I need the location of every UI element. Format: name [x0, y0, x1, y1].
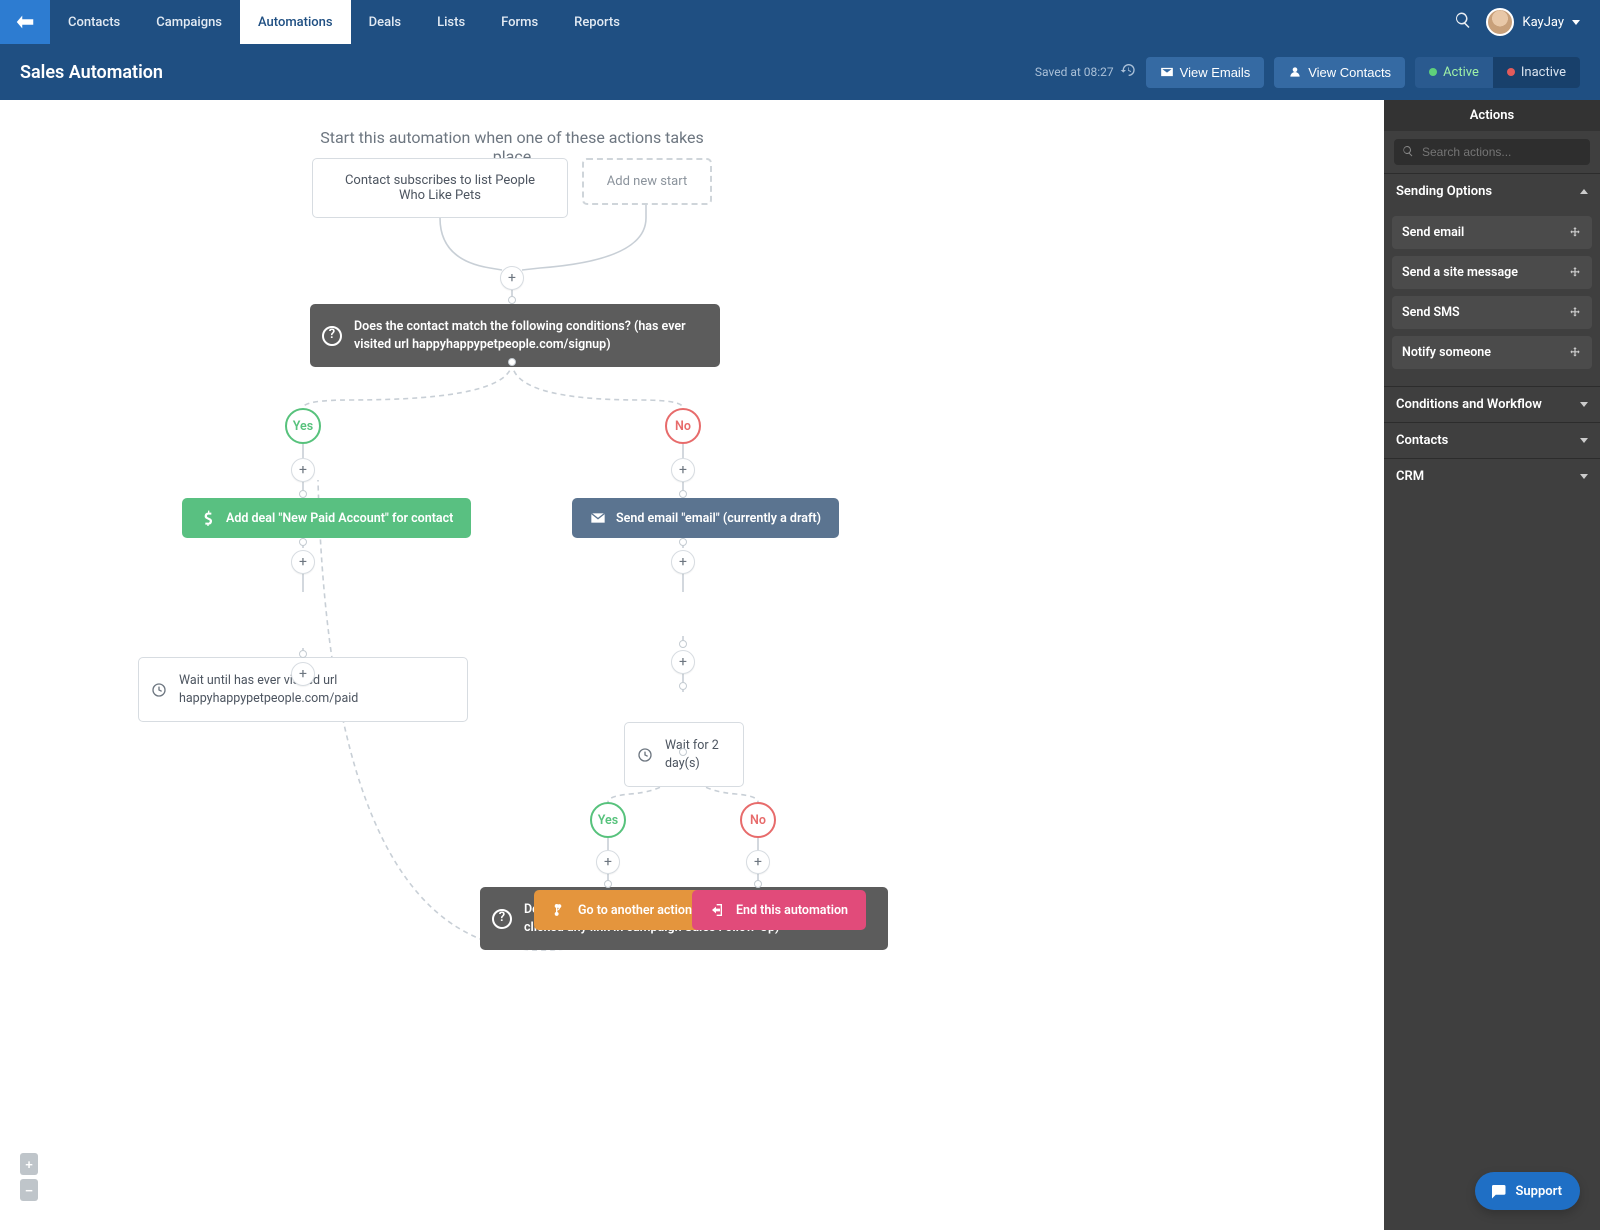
support-button[interactable]: Support	[1475, 1172, 1580, 1210]
avatar	[1486, 8, 1514, 36]
actions-sidebar: Actions Sending Options Send email Send …	[1384, 100, 1600, 1230]
user-name: KayJay	[1522, 15, 1564, 30]
branch-no: No	[665, 408, 701, 444]
clock-icon	[637, 747, 653, 763]
mail-icon	[590, 510, 606, 526]
status-toggle: Active Inactive	[1415, 57, 1580, 88]
view-contacts-button[interactable]: View Contacts	[1274, 57, 1405, 88]
action-notify[interactable]: Notify someone	[1392, 336, 1592, 369]
automation-canvas[interactable]: .l{fill:none;stroke:#c8cfd6;stroke-width…	[0, 100, 1384, 1230]
chat-icon	[1489, 1182, 1507, 1200]
trigger-node[interactable]: Contact subscribes to list People Who Li…	[312, 158, 568, 218]
dollar-icon	[200, 510, 216, 526]
add-step-button[interactable]: +	[746, 850, 770, 874]
page-title: Sales Automation	[20, 62, 163, 83]
chevron-down-icon	[1580, 474, 1588, 479]
nav-deals[interactable]: Deals	[351, 0, 419, 44]
chevron-down-icon	[1580, 438, 1588, 443]
nav-automations[interactable]: Automations	[240, 0, 351, 44]
chevron-up-icon	[1580, 189, 1588, 194]
move-icon	[1568, 266, 1582, 280]
branch-icon	[552, 902, 568, 918]
joint	[508, 358, 516, 366]
app-logo[interactable]	[0, 0, 50, 44]
joint	[604, 880, 612, 888]
action-site-message[interactable]: Send a site message	[1392, 256, 1592, 289]
add-deal-node[interactable]: Add deal "New Paid Account" for contact	[182, 498, 471, 538]
joint	[679, 682, 687, 690]
add-step-button[interactable]: +	[291, 458, 315, 482]
zoom-in-button[interactable]: +	[20, 1153, 38, 1175]
add-step-button[interactable]: +	[671, 650, 695, 674]
panel-contacts[interactable]: Contacts	[1384, 422, 1600, 458]
action-send-email[interactable]: Send email	[1392, 216, 1592, 249]
add-step-button[interactable]: +	[291, 662, 315, 686]
status-inactive[interactable]: Inactive	[1493, 57, 1580, 88]
add-step-button[interactable]: +	[596, 850, 620, 874]
send-email-node[interactable]: Send email "email" (currently a draft)	[572, 498, 839, 538]
view-emails-button[interactable]: View Emails	[1146, 57, 1265, 88]
branch-yes: Yes	[285, 408, 321, 444]
nav-contacts[interactable]: Contacts	[50, 0, 138, 44]
main-nav: Contacts Campaigns Automations Deals Lis…	[50, 0, 1446, 44]
clock-icon	[151, 682, 167, 698]
exit-icon	[710, 902, 726, 918]
action-send-sms[interactable]: Send SMS	[1392, 296, 1592, 329]
panel-crm[interactable]: CRM	[1384, 458, 1600, 494]
zoom-out-button[interactable]: −	[20, 1179, 38, 1201]
chevron-down-icon	[1580, 402, 1588, 407]
user-menu[interactable]: KayJay	[1486, 8, 1580, 36]
goto-node[interactable]: Go to another action	[534, 890, 710, 930]
sidebar-title: Actions	[1384, 100, 1600, 131]
question-icon: ?	[322, 326, 342, 346]
joint	[299, 490, 307, 498]
add-start-node[interactable]: Add new start	[582, 158, 712, 205]
joint	[754, 880, 762, 888]
saved-status: Saved at 08:27	[1035, 65, 1114, 79]
question-icon: ?	[492, 909, 512, 929]
search-icon[interactable]	[1454, 11, 1472, 33]
joint	[679, 640, 687, 648]
add-step-button[interactable]: +	[671, 458, 695, 482]
branch-no-2: No	[740, 802, 776, 838]
nav-forms[interactable]: Forms	[483, 0, 556, 44]
panel-sending-options[interactable]: Sending Options	[1384, 173, 1600, 209]
move-icon	[1568, 226, 1582, 240]
joint	[299, 538, 307, 546]
joint	[679, 748, 687, 756]
joint	[679, 538, 687, 546]
move-icon	[1568, 346, 1582, 360]
joint	[508, 296, 516, 304]
nav-reports[interactable]: Reports	[556, 0, 638, 44]
move-icon	[1568, 306, 1582, 320]
nav-lists[interactable]: Lists	[419, 0, 483, 44]
chevron-down-icon	[1572, 20, 1580, 25]
branch-yes-2: Yes	[590, 802, 626, 838]
actions-search-input[interactable]	[1394, 139, 1590, 165]
panel-conditions[interactable]: Conditions and Workflow	[1384, 386, 1600, 422]
joint	[679, 490, 687, 498]
add-step-button[interactable]: +	[671, 550, 695, 574]
end-automation-node[interactable]: End this automation	[692, 890, 866, 930]
search-icon	[1402, 145, 1414, 157]
status-active[interactable]: Active	[1415, 57, 1493, 88]
history-icon[interactable]	[1120, 62, 1136, 82]
nav-campaigns[interactable]: Campaigns	[138, 0, 240, 44]
add-step-button[interactable]: +	[291, 550, 315, 574]
add-step-button[interactable]: +	[500, 266, 524, 290]
condition-node-1[interactable]: ? Does the contact match the following c…	[310, 304, 720, 367]
joint	[299, 650, 307, 658]
